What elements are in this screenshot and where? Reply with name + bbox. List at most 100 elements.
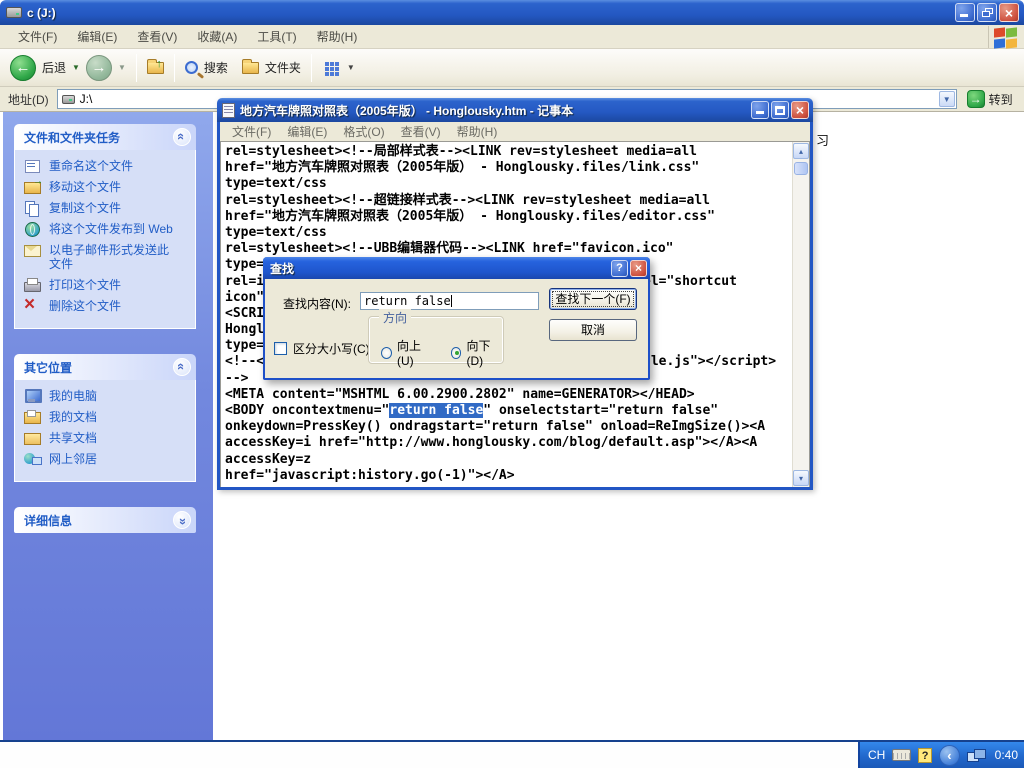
- sidebar-item[interactable]: 共享文档: [24, 431, 191, 445]
- expand-chevron-icon[interactable]: [173, 511, 191, 529]
- help-tray-icon[interactable]: ?: [918, 748, 932, 763]
- hide-icons-button[interactable]: ‹: [939, 745, 960, 766]
- maximize-button[interactable]: [771, 101, 789, 119]
- radio-up-icon[interactable]: [381, 347, 392, 359]
- search-label[interactable]: 搜索: [204, 59, 228, 76]
- direction-groupbox: 方向 向上(U) 向下(D): [368, 316, 504, 364]
- radio-down-icon[interactable]: [451, 347, 462, 359]
- sidebar-item[interactable]: 删除这个文件: [24, 299, 191, 313]
- go-arrow-icon: →: [967, 90, 985, 108]
- code-line: onkeydown=PressKey() ondragstart="return…: [225, 419, 792, 435]
- folders-icon[interactable]: [242, 62, 259, 74]
- toolbar-separator: [311, 54, 312, 82]
- file-label-fragment: 习: [816, 130, 829, 149]
- sidebar-item-label: 移动这个文件: [49, 180, 121, 194]
- sidebar-item[interactable]: 复制这个文件: [24, 201, 191, 215]
- sidebar-item[interactable]: 打印这个文件: [24, 278, 191, 292]
- views-icon[interactable]: [325, 62, 329, 66]
- code-fragment: tle.js"></script>: [643, 354, 776, 370]
- sidebar-item[interactable]: 以电子邮件形式发送此文件: [24, 243, 191, 271]
- explorer-titlebar[interactable]: c (J:) ×: [0, 0, 1024, 25]
- cancel-button[interactable]: 取消: [549, 319, 637, 341]
- close-button[interactable]: ×: [630, 260, 647, 277]
- match-case-row: 区分大小写(C): [274, 340, 370, 357]
- places-panel: 其它位置 我的电脑我的文档共享文档网上邻居: [14, 354, 196, 482]
- find-next-button[interactable]: 查找下一个(F): [549, 288, 637, 310]
- match-case-checkbox[interactable]: [274, 342, 287, 355]
- find-dialog-titlebar[interactable]: 查找 ? ×: [263, 257, 650, 279]
- places-panel-header[interactable]: 其它位置: [14, 354, 196, 380]
- radio-down-label: 向下(D): [466, 337, 503, 368]
- address-value: J:\: [80, 92, 93, 106]
- go-button[interactable]: → 转到: [967, 90, 1013, 108]
- menu-item[interactable]: 文件(F): [8, 25, 67, 48]
- menu-item[interactable]: 文件(F): [224, 121, 279, 142]
- back-dropdown-icon[interactable]: ▼: [72, 63, 80, 72]
- code-fragment: el="shortcut: [643, 274, 737, 290]
- explorer-toolbar: ← 后退 ▼ → ▼ ↑ 搜索 文件夹 ▼: [0, 49, 1024, 87]
- address-dropdown-button[interactable]: ▼: [939, 91, 955, 107]
- text-caret: [451, 295, 452, 307]
- sidebar-item[interactable]: 网上邻居: [24, 452, 191, 466]
- radio-down[interactable]: 向下(D): [451, 337, 504, 368]
- sidebar-item-label: 以电子邮件形式发送此文件: [49, 243, 178, 271]
- sidebar-item[interactable]: 将这个文件发布到 Web: [24, 222, 191, 236]
- collapse-chevron-icon[interactable]: [173, 128, 191, 146]
- tasks-panel-title: 文件和文件夹任务: [24, 129, 120, 146]
- help-button[interactable]: ?: [611, 260, 628, 277]
- sidebar-item[interactable]: 我的电脑: [24, 389, 191, 403]
- code-line: rel=stylesheet><!--局部样式表--><LINK rev=sty…: [225, 144, 792, 160]
- minimize-button[interactable]: [751, 101, 769, 119]
- search-icon[interactable]: [185, 61, 198, 74]
- up-folder-button[interactable]: ↑: [147, 62, 164, 74]
- ime-indicator[interactable]: CH: [868, 748, 885, 762]
- forward-dropdown-icon[interactable]: ▼: [118, 63, 126, 72]
- restore-button[interactable]: [977, 3, 997, 22]
- scrollbar-thumb[interactable]: [794, 162, 808, 175]
- radio-up[interactable]: 向上(U): [381, 337, 434, 368]
- sidebar-item[interactable]: 移动这个文件: [24, 180, 191, 194]
- back-button[interactable]: ←: [10, 55, 36, 81]
- menu-item[interactable]: 格式(O): [335, 121, 392, 142]
- menu-item[interactable]: 收藏(A): [187, 25, 247, 48]
- menu-item[interactable]: 查看(V): [127, 25, 187, 48]
- menu-item[interactable]: 查看(V): [393, 121, 449, 142]
- back-label[interactable]: 后退: [42, 59, 66, 76]
- menu-item[interactable]: 工具(T): [247, 25, 306, 48]
- tasks-panel-body: 重命名这个文件移动这个文件复制这个文件将这个文件发布到 Web 以电子邮件形式发送…: [14, 150, 196, 329]
- notepad-title: 地方汽车牌照对照表（2005年版） - Honglousky.htm - 记事本: [240, 102, 749, 119]
- notepad-titlebar[interactable]: 地方汽车牌照对照表（2005年版） - Honglousky.htm - 记事本…: [217, 98, 813, 122]
- keyboard-icon[interactable]: [892, 749, 911, 761]
- clock: 0:40: [995, 748, 1018, 762]
- scroll-down-icon[interactable]: ▾: [793, 470, 809, 486]
- find-dialog: 查找 ? × 查找内容(N): return false 查找下一个(F) 取消…: [263, 257, 650, 380]
- vertical-scrollbar[interactable]: ▴ ▾: [792, 142, 809, 487]
- code-line: <META content="MSHTML 6.00.2900.2802" na…: [225, 387, 792, 403]
- menu-item[interactable]: 编辑(E): [279, 121, 335, 142]
- find-what-input[interactable]: return false: [360, 292, 539, 310]
- sidebar-item[interactable]: 重命名这个文件: [24, 159, 191, 173]
- move-icon: [24, 180, 41, 194]
- folders-label[interactable]: 文件夹: [265, 59, 301, 76]
- minimize-button[interactable]: [955, 3, 975, 22]
- collapse-chevron-icon[interactable]: [173, 358, 191, 376]
- close-button[interactable]: ×: [791, 101, 809, 119]
- net-icon: [24, 452, 41, 466]
- views-dropdown-icon[interactable]: ▼: [347, 63, 355, 72]
- sidebar-item[interactable]: 我的文档: [24, 410, 191, 424]
- close-button[interactable]: ×: [999, 3, 1019, 22]
- menu-item[interactable]: 帮助(H): [307, 25, 368, 48]
- details-panel-header[interactable]: 详细信息: [14, 507, 196, 533]
- mail-icon: [24, 243, 41, 257]
- code-line: rel=stylesheet><!--UBB编辑器代码--><LINK href…: [225, 241, 792, 257]
- menu-item[interactable]: 编辑(E): [67, 25, 127, 48]
- code-line: accessKey=z: [225, 452, 792, 468]
- menu-item[interactable]: 帮助(H): [449, 121, 506, 142]
- network-icon[interactable]: [967, 749, 986, 762]
- tasks-panel-header[interactable]: 文件和文件夹任务: [14, 124, 196, 150]
- code-line: href="地方汽车牌照对照表（2005年版） - Honglousky.fil…: [225, 160, 792, 176]
- drive-icon: [62, 95, 75, 104]
- scroll-up-icon[interactable]: ▴: [793, 143, 809, 159]
- forward-button[interactable]: →: [86, 55, 112, 81]
- web-icon: [24, 222, 41, 236]
